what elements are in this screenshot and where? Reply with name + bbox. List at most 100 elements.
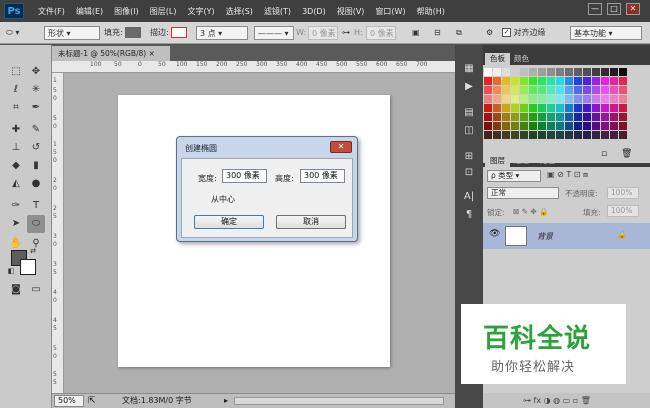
- menu-type[interactable]: 文字(Y): [187, 6, 214, 17]
- swatch-cell[interactable]: [619, 104, 627, 112]
- swatch-cell[interactable]: [493, 131, 501, 139]
- swatch-cell[interactable]: [619, 86, 627, 94]
- swatch-cell[interactable]: [547, 131, 555, 139]
- eyedropper-icon[interactable]: ✒: [27, 99, 45, 117]
- menu-help[interactable]: 帮助(H): [417, 6, 445, 17]
- fill-control[interactable]: 填充:: [104, 26, 141, 40]
- type-tool-icon[interactable]: T: [27, 197, 45, 215]
- swatch-cell[interactable]: [484, 122, 492, 130]
- swatch-cell[interactable]: [565, 95, 573, 103]
- swatch-cell[interactable]: [574, 68, 582, 76]
- swatch-cell[interactable]: [601, 131, 609, 139]
- horizontal-scrollbar[interactable]: [234, 397, 444, 405]
- history-panel-icon[interactable]: ▦: [460, 61, 478, 77]
- swatch-cell[interactable]: [538, 86, 546, 94]
- swatch-cell[interactable]: [520, 113, 528, 121]
- swatch-cell[interactable]: [619, 113, 627, 121]
- swatch-cell[interactable]: [610, 86, 618, 94]
- eraser-icon[interactable]: ◆: [7, 157, 25, 175]
- swatch-cell[interactable]: [529, 86, 537, 94]
- swatch-cell[interactable]: [547, 104, 555, 112]
- swatch-cell[interactable]: [511, 95, 519, 103]
- export-icon[interactable]: ⇱: [88, 394, 96, 408]
- menu-view[interactable]: 视图(V): [337, 6, 365, 17]
- swatch-cell[interactable]: [610, 68, 618, 76]
- swatch-cell[interactable]: [484, 86, 492, 94]
- swatch-cell[interactable]: [556, 131, 564, 139]
- workspace-select[interactable]: 基本功能 ▾: [570, 26, 642, 40]
- ellipse-tool-icon[interactable]: ⬭: [27, 215, 45, 233]
- swatch-cell[interactable]: [511, 68, 519, 76]
- swatch-cell[interactable]: [592, 68, 600, 76]
- path-arrangement-icon[interactable]: ⧉: [456, 26, 462, 40]
- menu-edit[interactable]: 编辑(E): [76, 6, 103, 17]
- ok-button[interactable]: 确定: [194, 215, 264, 229]
- close-window-button[interactable]: ✕: [626, 3, 640, 15]
- actions-play-icon[interactable]: ▶: [460, 79, 478, 95]
- fill-swatch[interactable]: [124, 27, 141, 38]
- opacity-input[interactable]: 100%: [607, 187, 639, 199]
- swatch-cell[interactable]: [511, 77, 519, 85]
- swatch-cell[interactable]: [592, 131, 600, 139]
- blur-tool-icon[interactable]: ◭: [7, 175, 25, 193]
- w-input[interactable]: 0 像素: [308, 26, 338, 40]
- swatch-cell[interactable]: [619, 68, 627, 76]
- swatch-cell[interactable]: [538, 68, 546, 76]
- swatch-cell[interactable]: [529, 113, 537, 121]
- swatch-cell[interactable]: [583, 86, 591, 94]
- swatch-cell[interactable]: [619, 131, 627, 139]
- width-input[interactable]: 300 像素: [222, 169, 267, 183]
- menu-window[interactable]: 窗口(W): [375, 6, 405, 17]
- quick-mask-icon[interactable]: ◙: [7, 281, 25, 299]
- swatch-cell[interactable]: [583, 122, 591, 130]
- swatch-cell[interactable]: [502, 77, 510, 85]
- swatch-cell[interactable]: [511, 86, 519, 94]
- swatch-cell[interactable]: [565, 86, 573, 94]
- swatch-cell[interactable]: [502, 122, 510, 130]
- swatch-cell[interactable]: [493, 113, 501, 121]
- healing-brush-icon[interactable]: ✚: [7, 121, 25, 139]
- swatch-cell[interactable]: [583, 104, 591, 112]
- swatch-cell[interactable]: [520, 68, 528, 76]
- swatch-cell[interactable]: [520, 86, 528, 94]
- swatch-cell[interactable]: [493, 86, 501, 94]
- swatch-cell[interactable]: [556, 104, 564, 112]
- clone-stamp-icon[interactable]: ⊥: [7, 139, 25, 157]
- layer-filter-icons[interactable]: ▣ ⊘ T ⊡ ⧈: [547, 170, 588, 180]
- swatch-cell[interactable]: [502, 95, 510, 103]
- swatch-cell[interactable]: [556, 86, 564, 94]
- tab-channels[interactable]: 通道: [509, 155, 534, 167]
- swatch-cell[interactable]: [547, 77, 555, 85]
- swatch-cell[interactable]: [583, 113, 591, 121]
- swatch-cell[interactable]: [556, 113, 564, 121]
- swatch-cell[interactable]: [610, 122, 618, 130]
- stroke-swatch[interactable]: [170, 27, 187, 38]
- menu-select[interactable]: 选择(S): [226, 6, 253, 17]
- move-tool-icon[interactable]: ✥: [27, 63, 45, 81]
- swatch-cell[interactable]: [538, 113, 546, 121]
- tab-paths[interactable]: 路径: [535, 155, 560, 167]
- swatch-cell[interactable]: [520, 95, 528, 103]
- swatch-cell[interactable]: [547, 68, 555, 76]
- swatch-cell[interactable]: [601, 122, 609, 130]
- swatch-cell[interactable]: [484, 113, 492, 121]
- swatch-cell[interactable]: [493, 77, 501, 85]
- stroke-type-select[interactable]: ——— ▾: [254, 26, 294, 40]
- swatch-cell[interactable]: [601, 68, 609, 76]
- screen-mode-icon[interactable]: ▭: [27, 281, 45, 299]
- history-brush-icon[interactable]: ↺: [27, 139, 45, 157]
- swatch-grid[interactable]: [484, 68, 632, 144]
- swatch-cell[interactable]: [601, 104, 609, 112]
- tab-layers[interactable]: 图层: [485, 155, 510, 167]
- swatch-cell[interactable]: [574, 95, 582, 103]
- swatch-cell[interactable]: [547, 95, 555, 103]
- swatch-cell[interactable]: [511, 122, 519, 130]
- styles-panel-icon[interactable]: ◫: [460, 123, 478, 139]
- swatch-cell[interactable]: [583, 95, 591, 103]
- restore-button[interactable]: □: [607, 3, 621, 15]
- swatch-cell[interactable]: [583, 131, 591, 139]
- dialog-close-button[interactable]: ✕: [330, 141, 352, 153]
- swatch-cell[interactable]: [484, 68, 492, 76]
- swatch-cell[interactable]: [574, 122, 582, 130]
- swatch-cell[interactable]: [538, 77, 546, 85]
